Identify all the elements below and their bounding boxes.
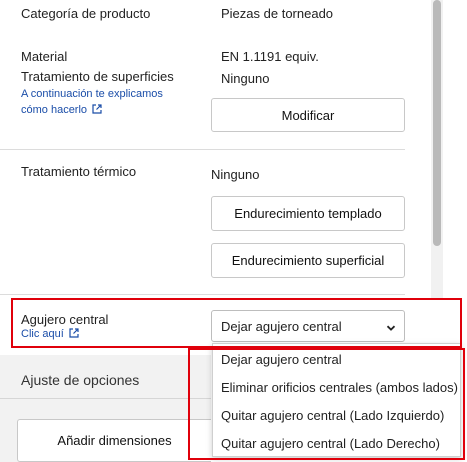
modify-button[interactable]: Modificar: [211, 98, 405, 132]
category-value: Piezas de torneado: [221, 6, 334, 21]
divider: [0, 149, 405, 150]
center-hole-help-text: Clic aquí: [21, 328, 64, 340]
surface-help-link[interactable]: A continuación te explicamos: [21, 88, 163, 100]
surface-help-link-line1: A continuación te explicamos: [21, 88, 163, 100]
material-label: Material: [21, 49, 68, 64]
surface-hardening-button[interactable]: Endurecimiento superficial: [211, 243, 405, 278]
divider: [0, 294, 405, 295]
material-value: EN 1.1191 equiv.: [221, 49, 319, 64]
chevron-down-icon: [386, 321, 396, 336]
center-hole-label: Agujero central: [21, 312, 109, 327]
surface-help-link-2[interactable]: cómo hacerlo: [21, 104, 102, 117]
surface-treatment-label: Tratamiento de superficies: [21, 69, 174, 84]
center-hole-dropdown: Dejar agujero central Eliminar orificios…: [212, 343, 461, 457]
heat-treatment-label: Tratamiento térmico: [21, 164, 137, 179]
surface-help-link-line2: cómo hacerlo: [21, 104, 88, 116]
dropdown-option-remove-right[interactable]: Quitar agujero central (Lado Derecho): [221, 436, 440, 451]
dropdown-option-remove-left[interactable]: Quitar agujero central (Lado Izquierdo): [221, 408, 444, 423]
divider: [0, 398, 211, 399]
surface-treatment-value: Ninguno: [221, 71, 270, 86]
dropdown-option-remove-both[interactable]: Eliminar orificios centrales (ambos lado…: [221, 380, 458, 395]
external-link-icon: [92, 104, 102, 117]
options-panel-title: Ajuste de opciones: [21, 372, 140, 388]
category-label: Categoría de producto: [21, 6, 151, 21]
external-link-icon: [69, 328, 79, 341]
heat-treatment-value: Ninguno: [211, 167, 260, 182]
quench-hardening-button[interactable]: Endurecimiento templado: [211, 196, 405, 231]
center-hole-selected-value: Dejar agujero central: [221, 318, 342, 334]
center-hole-help-link[interactable]: Clic aquí: [21, 328, 79, 341]
add-dimensions-button[interactable]: Añadir dimensiones: [17, 419, 211, 462]
center-hole-select[interactable]: Dejar agujero central: [211, 310, 405, 342]
scrollbar-thumb[interactable]: [433, 0, 441, 246]
dropdown-option-keep[interactable]: Dejar agujero central: [221, 352, 342, 367]
